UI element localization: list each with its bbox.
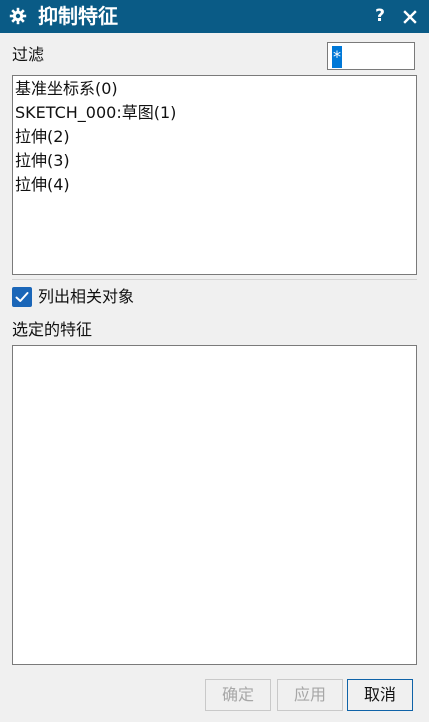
list-item[interactable]: 拉伸(3) — [15, 149, 70, 173]
gear-icon — [9, 7, 27, 25]
close-icon[interactable] — [402, 9, 418, 25]
apply-button[interactable]: 应用 — [277, 679, 343, 711]
list-related-checkbox[interactable] — [12, 287, 32, 307]
feature-list[interactable]: 基准坐标系(0) SKETCH_000:草图(1) 拉伸(2) 拉伸(3) 拉伸… — [12, 75, 417, 275]
cancel-button[interactable]: 取消 — [347, 679, 413, 711]
checkmark-icon — [15, 292, 29, 302]
filter-input[interactable]: * — [327, 42, 415, 70]
list-related-label[interactable]: 列出相关对象 — [38, 287, 134, 307]
list-item[interactable]: 拉伸(2) — [15, 125, 70, 149]
ok-button[interactable]: 确定 — [205, 679, 271, 711]
filter-input-value: * — [332, 46, 342, 68]
list-item[interactable]: 基准坐标系(0) — [15, 77, 118, 101]
filter-label: 过滤 — [12, 45, 45, 64]
separator — [12, 279, 417, 280]
help-button[interactable]: ? — [372, 6, 388, 26]
selected-features-list[interactable] — [12, 345, 417, 665]
list-item[interactable]: SKETCH_000:草图(1) — [15, 101, 176, 125]
selected-features-label: 选定的特征 — [12, 320, 93, 339]
list-item[interactable]: 拉伸(4) — [15, 173, 70, 197]
title-bar: 抑制特征 ? — [0, 0, 429, 33]
window-title: 抑制特征 — [38, 4, 118, 28]
